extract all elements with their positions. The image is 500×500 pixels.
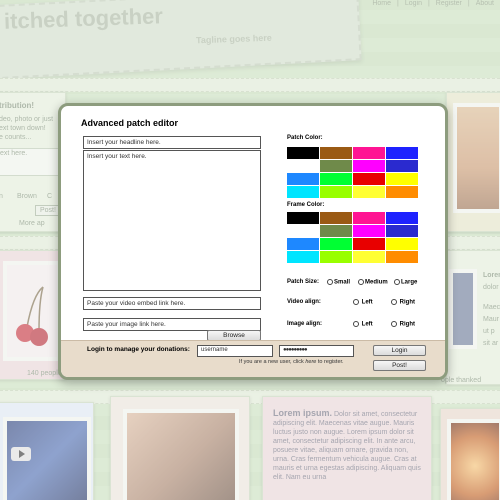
color-swatch[interactable] [287, 251, 319, 263]
video-align-right-radio[interactable]: Right [391, 299, 415, 306]
color-swatch[interactable] [353, 251, 385, 263]
frame-color-grid [287, 212, 418, 263]
color-swatch[interactable] [320, 160, 352, 172]
size-medium-radio[interactable]: Medium [358, 279, 388, 286]
post-button[interactable]: Post! [373, 360, 426, 371]
color-swatch[interactable] [386, 238, 418, 250]
color-swatch[interactable] [386, 160, 418, 172]
video-align-label: Video align: [287, 299, 321, 305]
color-swatch[interactable] [320, 173, 352, 185]
register-note: If you are a new user, click here to reg… [239, 359, 344, 365]
color-swatch[interactable] [386, 147, 418, 159]
size-small-label: Small [334, 279, 351, 286]
color-swatch[interactable] [320, 186, 352, 198]
color-swatch[interactable] [320, 251, 352, 263]
color-swatch[interactable] [287, 212, 319, 224]
headline-input[interactable]: Insert your headline here. [83, 136, 261, 149]
patch-color-grid [287, 147, 418, 198]
color-swatch[interactable] [386, 173, 418, 185]
color-swatch[interactable] [353, 186, 385, 198]
image-align-left-label: Left [361, 321, 373, 328]
radio-icon [327, 279, 333, 285]
register-note-prefix: If you are a new user, click [239, 359, 306, 365]
patch-editor-modal: Advanced patch editor Insert your headli… [58, 103, 448, 380]
image-align-right-radio[interactable]: Right [391, 321, 415, 328]
size-large-label: Large [401, 279, 418, 286]
color-swatch[interactable] [386, 212, 418, 224]
color-swatch[interactable] [287, 147, 319, 159]
video-embed-input[interactable]: Paste your video embed link here. [83, 297, 261, 310]
color-swatch[interactable] [287, 173, 319, 185]
color-swatch[interactable] [353, 173, 385, 185]
patch-color-label: Patch Color: [287, 135, 323, 141]
color-swatch[interactable] [386, 186, 418, 198]
color-swatch[interactable] [353, 147, 385, 159]
radio-icon [391, 299, 397, 305]
image-align-left-radio[interactable]: Left [353, 321, 373, 328]
color-swatch[interactable] [320, 238, 352, 250]
text-area[interactable]: Insert your text here. [83, 150, 261, 291]
image-align-right-label: Right [399, 321, 415, 328]
color-swatch[interactable] [386, 251, 418, 263]
frame-color-label: Frame Color: [287, 202, 325, 208]
color-swatch[interactable] [353, 160, 385, 172]
color-swatch[interactable] [287, 160, 319, 172]
patch-size-label: Patch Size: [287, 279, 320, 285]
login-label: Login to manage your donations: [87, 346, 190, 353]
color-swatch[interactable] [353, 238, 385, 250]
password-input[interactable]: ●●●●●●●●● [279, 345, 354, 357]
color-swatch[interactable] [320, 225, 352, 237]
radio-icon [394, 279, 400, 285]
username-input[interactable]: username [197, 345, 273, 357]
register-link[interactable]: here [305, 359, 316, 365]
video-align-left-radio[interactable]: Left [353, 299, 373, 306]
radio-icon [353, 321, 359, 327]
radio-icon [358, 279, 364, 285]
color-swatch[interactable] [353, 225, 385, 237]
radio-icon [353, 299, 359, 305]
color-swatch[interactable] [353, 212, 385, 224]
editor-title: Advanced patch editor [81, 118, 179, 128]
register-note-suffix: to register. [316, 359, 344, 365]
login-button[interactable]: Login [373, 345, 426, 356]
video-align-right-label: Right [399, 299, 415, 306]
size-small-radio[interactable]: Small [327, 279, 350, 286]
radio-icon [391, 321, 397, 327]
login-footer: Login to manage your donations: username… [61, 340, 445, 377]
color-swatch[interactable] [320, 212, 352, 224]
size-medium-label: Medium [365, 279, 388, 286]
color-swatch[interactable] [287, 225, 319, 237]
color-swatch[interactable] [287, 238, 319, 250]
color-swatch[interactable] [287, 186, 319, 198]
size-large-radio[interactable]: Large [394, 279, 417, 286]
image-align-label: Image align: [287, 321, 323, 327]
color-swatch[interactable] [320, 147, 352, 159]
video-align-left-label: Left [361, 299, 373, 306]
color-swatch[interactable] [386, 225, 418, 237]
